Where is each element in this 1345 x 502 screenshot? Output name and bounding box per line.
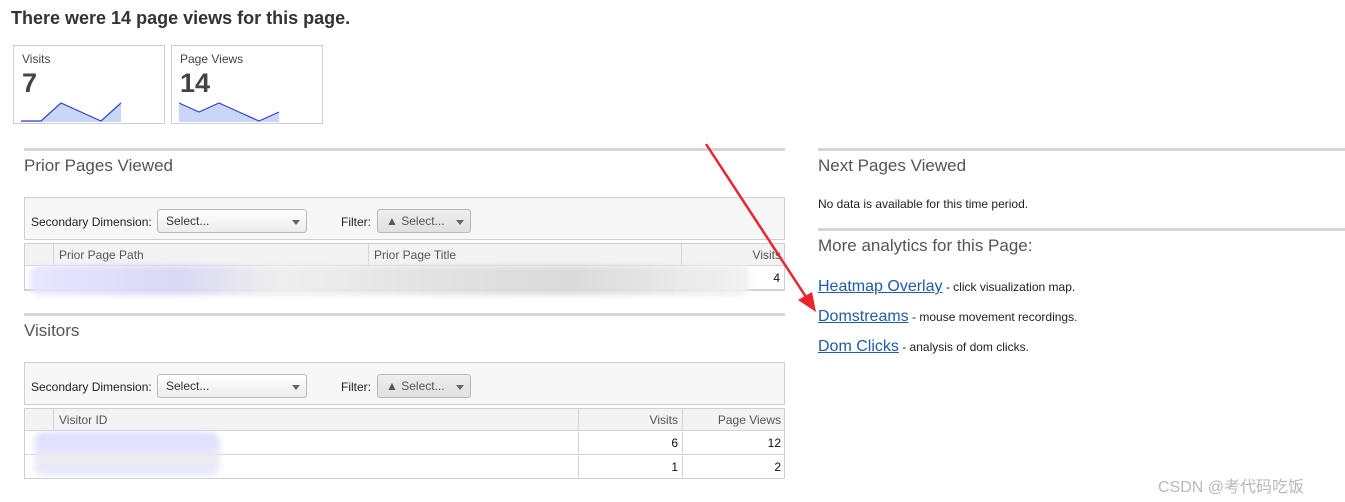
visits-sparkline xyxy=(21,102,122,122)
kpi-label: Visits xyxy=(22,52,51,66)
kpi-pageviews-card: Page Views 14 xyxy=(171,45,323,124)
annotation-arrow xyxy=(704,143,816,312)
chevron-down-icon xyxy=(456,385,464,390)
redacted-visitor-ids xyxy=(34,432,220,476)
table-header: Visitor ID Visits Page Views xyxy=(25,409,784,431)
dom-clicks-link[interactable]: Dom Clicks xyxy=(818,338,899,355)
secondary-dimension-select[interactable]: Select... xyxy=(157,209,307,233)
analytics-link-item: Heatmap Overlay - click visualization ma… xyxy=(818,278,1075,296)
prior-pages-toolbar: Secondary Dimension: Select... Filter: ▲… xyxy=(24,197,785,240)
page-views-cell: 12 xyxy=(682,432,784,455)
column-header-prior-page-title[interactable]: Prior Page Title xyxy=(368,244,682,266)
secondary-dimension-label: Secondary Dimension: xyxy=(31,215,152,229)
column-header-visitor-id[interactable]: Visitor ID xyxy=(53,409,579,431)
section-divider xyxy=(24,148,785,151)
kpi-value: 14 xyxy=(180,68,211,98)
visitors-title: Visitors xyxy=(24,321,80,340)
column-header-prior-page-path[interactable]: Prior Page Path xyxy=(53,244,369,266)
heatmap-overlay-link[interactable]: Heatmap Overlay xyxy=(818,278,943,295)
analytics-link-item: Dom Clicks - analysis of dom clicks. xyxy=(818,338,1029,356)
sparkline-area xyxy=(21,103,121,122)
page-views-cell: 2 xyxy=(682,456,784,478)
filter-label: Filter: xyxy=(341,380,371,394)
arrow-shaft xyxy=(704,143,810,301)
link-description: - click visualization map. xyxy=(942,280,1076,294)
pageviews-sparkline xyxy=(179,102,280,122)
secondary-dimension-label: Secondary Dimension: xyxy=(31,380,152,394)
filter-select-value: ▲ Select... xyxy=(386,214,445,228)
section-divider xyxy=(818,148,1345,151)
filter-select[interactable]: ▲ Select... xyxy=(377,374,471,398)
secondary-dimension-select[interactable]: Select... xyxy=(157,374,307,398)
kpi-value: 7 xyxy=(22,68,38,98)
visits-cell: 1 xyxy=(578,456,683,478)
chevron-down-icon xyxy=(292,385,300,390)
prior-pages-title: Prior Pages Viewed xyxy=(24,156,173,175)
filter-select[interactable]: ▲ Select... xyxy=(377,209,471,233)
select-value: Select... xyxy=(166,214,210,228)
chevron-down-icon xyxy=(292,220,300,225)
redacted-content xyxy=(30,265,750,295)
link-description: - analysis of dom clicks. xyxy=(898,340,1029,354)
table-header: Prior Page Path Prior Page Title Visits xyxy=(25,244,784,266)
analytics-link-item: Domstreams - mouse movement recordings. xyxy=(818,308,1077,326)
visitors-toolbar: Secondary Dimension: Select... Filter: ▲… xyxy=(24,362,785,405)
filter-label: Filter: xyxy=(341,215,371,229)
section-divider xyxy=(818,228,1345,231)
chevron-down-icon xyxy=(456,220,464,225)
column-header-page-views[interactable]: Page Views xyxy=(682,409,784,431)
next-pages-title: Next Pages Viewed xyxy=(818,156,967,175)
more-analytics-title: More analytics for this Page: xyxy=(818,236,1033,255)
page-title: There were 14 page views for this page. xyxy=(11,8,351,28)
visits-cell: 6 xyxy=(578,432,683,455)
link-description: - mouse movement recordings. xyxy=(908,310,1078,324)
section-divider xyxy=(24,313,785,316)
kpi-label: Page Views xyxy=(180,52,244,66)
domstreams-link[interactable]: Domstreams xyxy=(818,308,909,325)
arrow-head xyxy=(798,292,816,312)
column-header-visits[interactable]: Visits xyxy=(578,409,683,431)
no-data-text: No data is available for this time perio… xyxy=(818,197,1029,211)
select-value: Select... xyxy=(166,379,210,393)
filter-select-value: ▲ Select... xyxy=(386,379,445,393)
watermark-text: CSDN @考代码吃饭 xyxy=(1158,479,1305,496)
kpi-visits-card: Visits 7 xyxy=(13,45,165,124)
